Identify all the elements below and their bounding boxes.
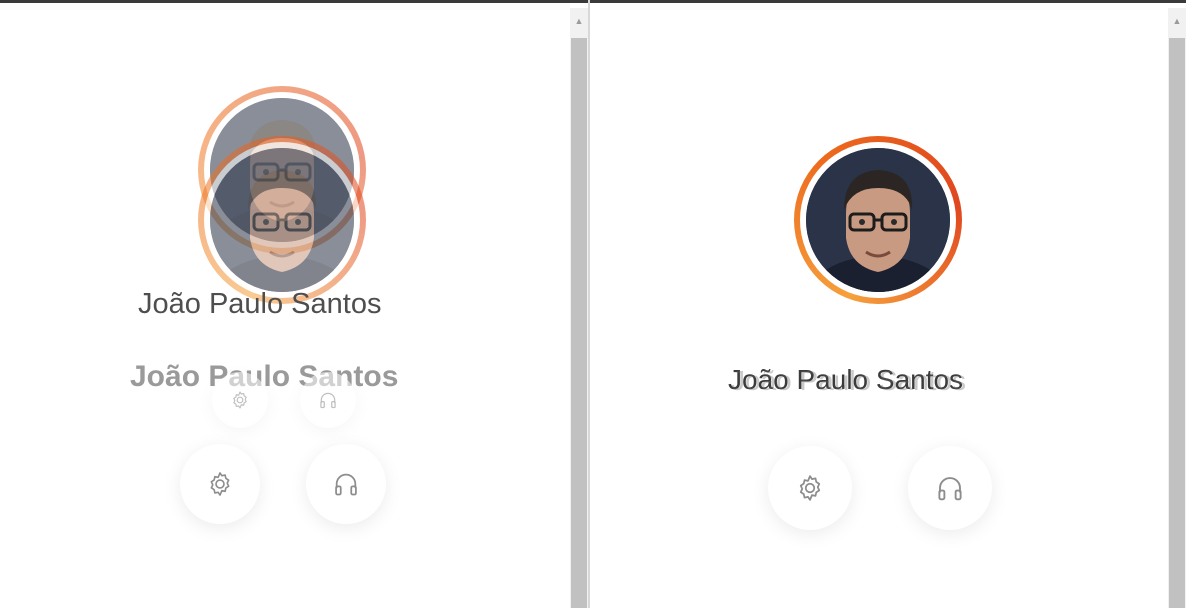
window-top-bar: [590, 0, 1186, 3]
scroll-up-arrow[interactable]: ▲: [1168, 12, 1186, 30]
headphones-icon: [935, 473, 965, 503]
settings-button-ghost[interactable]: [212, 372, 268, 428]
headphones-icon: [332, 470, 360, 498]
settings-button[interactable]: [180, 444, 260, 524]
profile-name-shadow: João Paulo Santos: [731, 365, 967, 396]
avatar-ghost-bottom: [198, 136, 366, 304]
profile-panel-right: João Paulo Santos João Paulo Santos ▲: [588, 0, 1186, 608]
scrollbar-thumb[interactable]: [571, 38, 587, 608]
profile-name: João Paulo Santos: [138, 288, 382, 320]
headphones-icon: [318, 390, 338, 410]
scrollbar[interactable]: ▲: [1168, 8, 1186, 608]
profile-panel-left: João Paulo Santos João Paulo Santos ▲: [0, 0, 588, 608]
gear-icon: [206, 470, 234, 498]
gear-icon: [795, 473, 825, 503]
support-button-ghost[interactable]: [300, 372, 356, 428]
window-top-bar: [0, 0, 588, 3]
scroll-up-arrow[interactable]: ▲: [570, 12, 588, 30]
avatar-photo: [210, 148, 354, 292]
gear-icon: [230, 390, 250, 410]
support-button[interactable]: [306, 444, 386, 524]
scrollbar[interactable]: ▲: [570, 8, 588, 608]
scrollbar-thumb[interactable]: [1169, 38, 1185, 608]
avatar-photo: [806, 148, 950, 292]
settings-button[interactable]: [768, 446, 852, 530]
support-button[interactable]: [908, 446, 992, 530]
avatar: [794, 136, 962, 304]
